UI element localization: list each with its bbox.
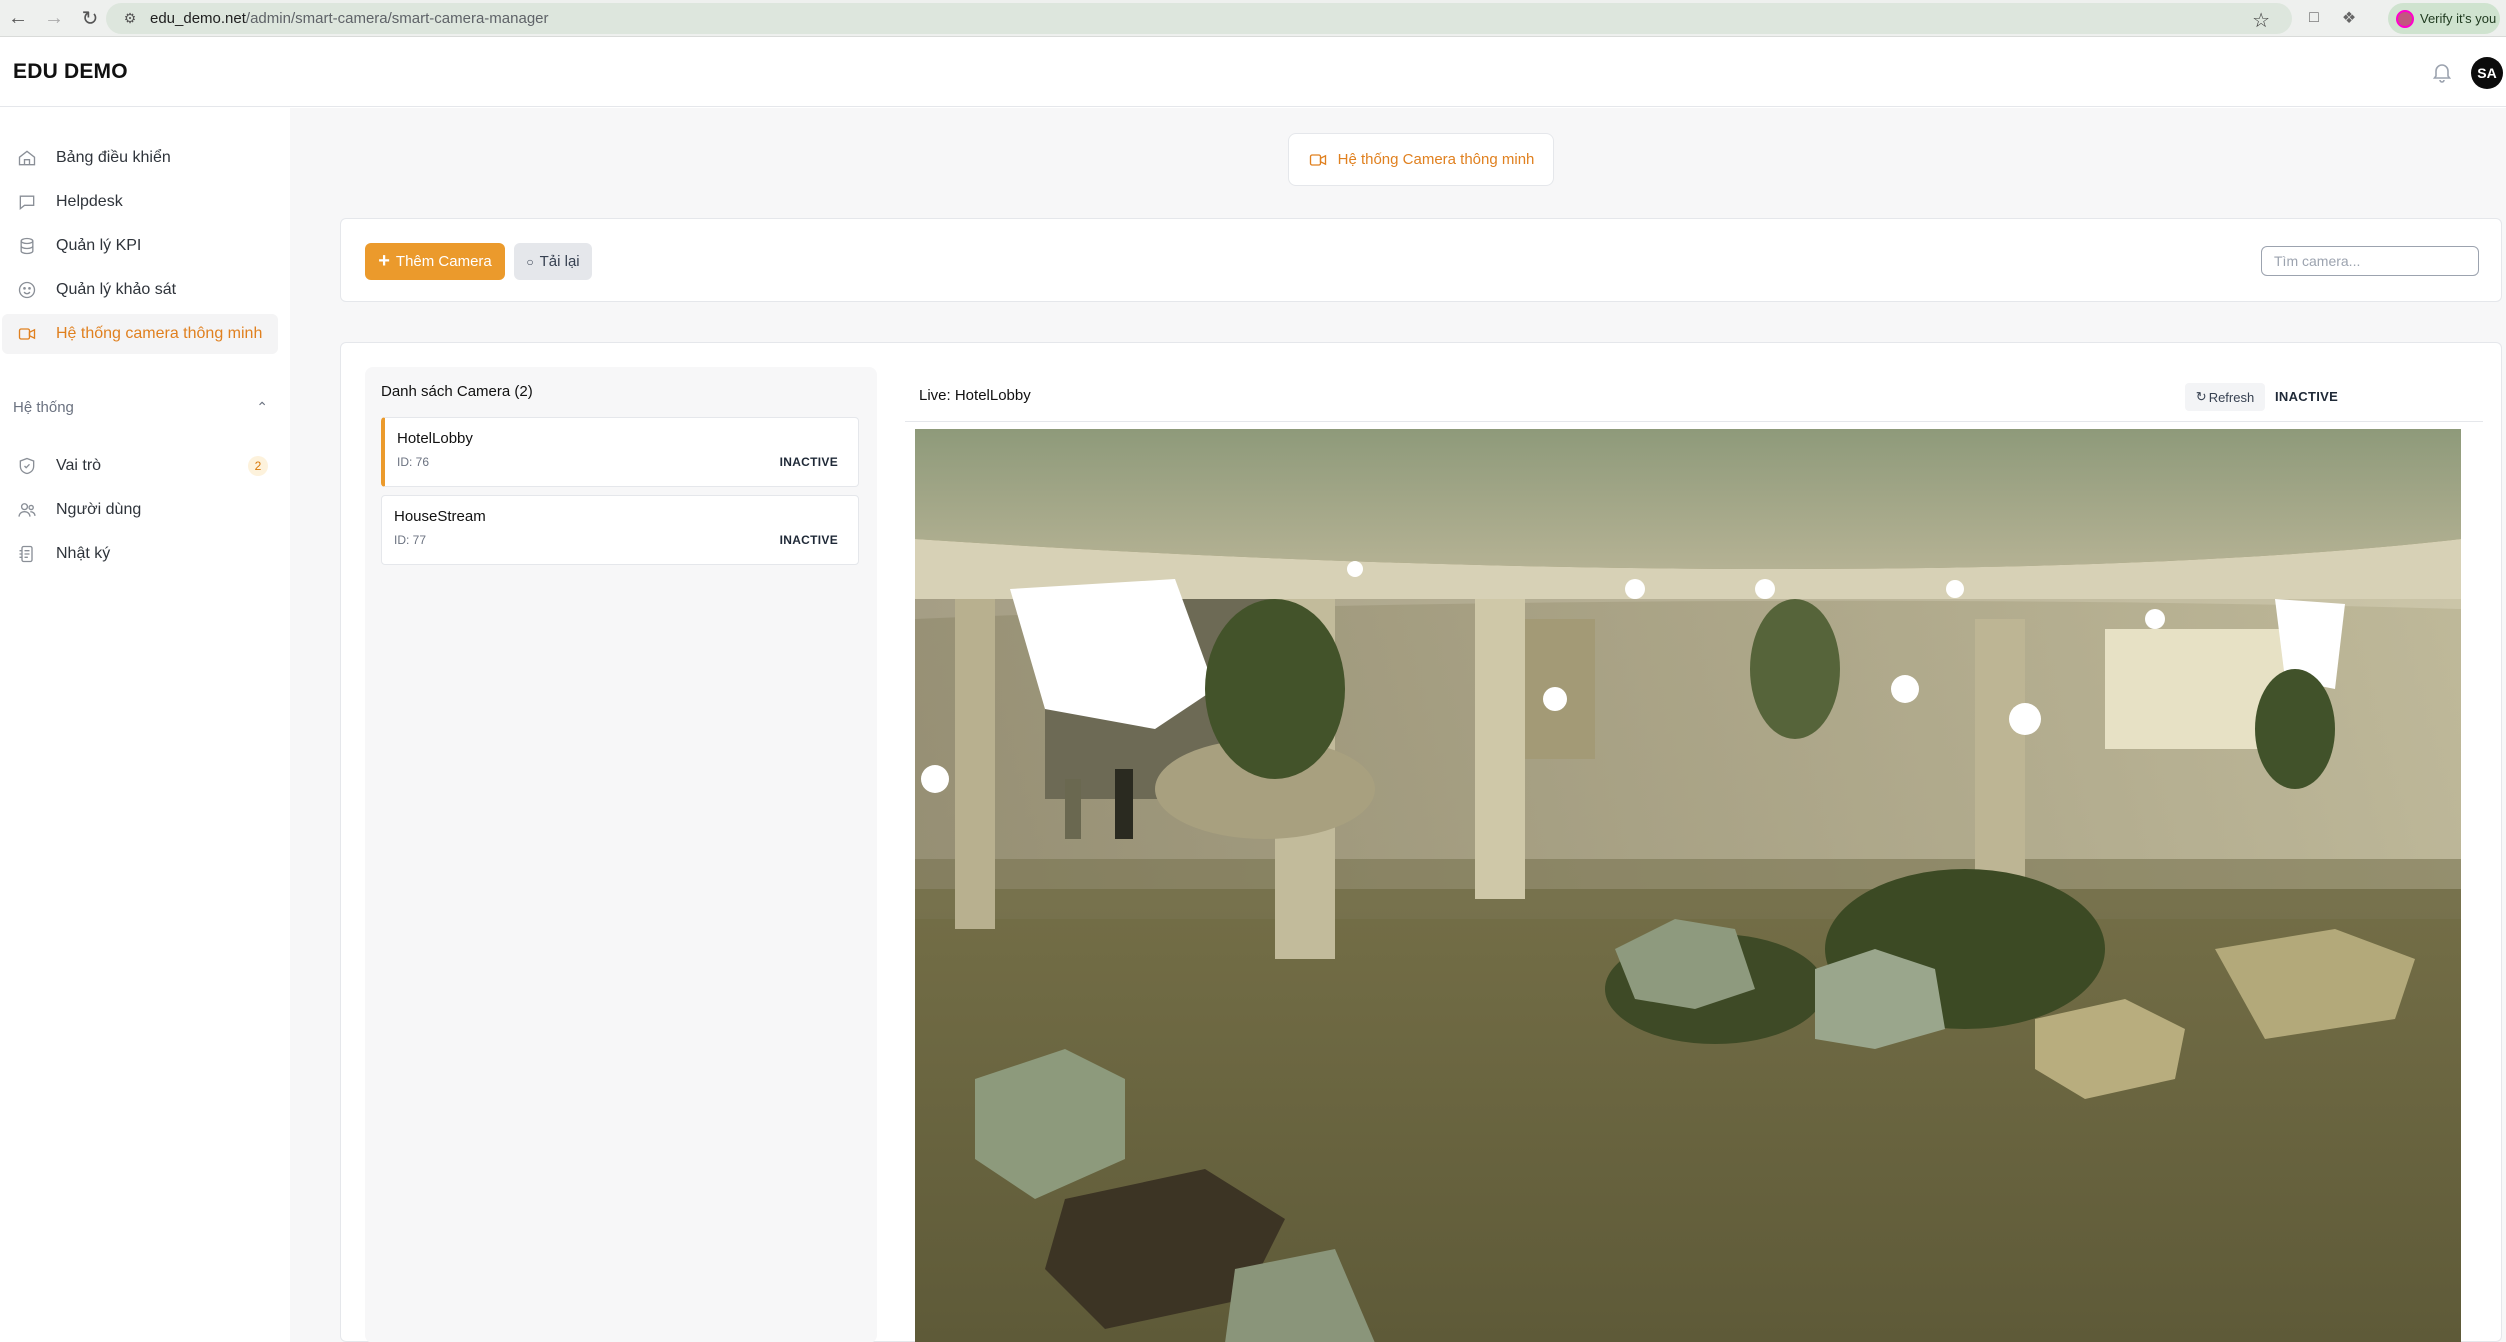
divider [905, 421, 2483, 422]
sidebar-item-kpi[interactable]: Quản lý KPI [2, 226, 278, 266]
sidebar-item-label: Helpdesk [56, 193, 123, 210]
puzzle-icon[interactable]: ❖ [2338, 7, 2360, 29]
chevron-up-icon[interactable]: ⌃ [256, 399, 268, 416]
page-title: Hệ thống Camera thông minh [1288, 133, 1554, 186]
sidebar-item-smart-camera[interactable]: Hệ thống camera thông minh [2, 314, 278, 354]
sidebar-item-label: Quản lý khảo sát [56, 281, 177, 298]
extension-icon[interactable]: □ [2303, 7, 2325, 29]
camera-content-card: Danh sách Camera (2) HotelLobby ID: 76 I… [340, 342, 2502, 1342]
camera-id: ID: 76 [397, 455, 430, 469]
bookmark-star-icon[interactable]: ☆ [2252, 8, 2270, 33]
sidebar-item-label: Vai trò [56, 457, 102, 474]
sidebar-item-logs[interactable]: Nhật ký [2, 534, 278, 574]
sidebar: Bảng điều khiển Helpdesk Quản lý KPI Quả… [0, 108, 290, 1342]
live-view-title: Live: HotelLobby [919, 387, 1031, 404]
reload-icon[interactable]: ↻ [72, 0, 108, 37]
add-camera-label: Thêm Camera [395, 253, 492, 270]
sidebar-item-label: Quản lý KPI [56, 237, 142, 254]
sidebar-item-label: Hệ thống camera thông minh [56, 325, 263, 342]
database-icon [16, 235, 38, 257]
sidebar-item-helpdesk[interactable]: Helpdesk [2, 182, 278, 222]
verify-label: Verify it's you [2420, 11, 2497, 26]
sidebar-item-label: Người dùng [56, 501, 142, 518]
profile-verify-button[interactable]: Verify it's you [2388, 3, 2500, 34]
sidebar-item-dashboard[interactable]: Bảng điều khiển [2, 138, 278, 178]
sidebar-item-label: Nhật ký [56, 545, 111, 562]
profile-avatar-icon [2396, 9, 2414, 28]
bell-icon[interactable] [2430, 60, 2454, 84]
add-camera-button[interactable]: + Thêm Camera [365, 243, 505, 280]
sidebar-item-roles[interactable]: Vai trò 2 [2, 446, 278, 486]
log-icon [16, 543, 38, 565]
video-camera-icon [1308, 150, 1328, 170]
reload-label: Tải lại [539, 253, 580, 270]
hotel-lobby-camera-image [915, 429, 2461, 1342]
page-title-text: Hệ thống Camera thông minh [1337, 151, 1535, 168]
app-header: EDU DEMO SA [0, 38, 2506, 107]
live-view-panel: Live: HotelLobby ↻ Refresh INACTIVE [905, 367, 2483, 1342]
plus-icon: + [378, 250, 390, 272]
camera-status-badge: INACTIVE [779, 455, 838, 469]
sidebar-item-survey[interactable]: Quản lý khảo sát [2, 270, 278, 310]
home-icon [16, 147, 38, 169]
sidebar-group-label: Hệ thống [13, 398, 74, 416]
back-icon[interactable]: ← [0, 0, 36, 37]
smile-icon [16, 279, 38, 301]
url-text: edu_demo.net/admin/smart-camera/smart-ca… [150, 10, 549, 27]
camera-id: ID: 77 [394, 533, 427, 547]
camera-list-panel: Danh sách Camera (2) HotelLobby ID: 76 I… [365, 367, 877, 1342]
chat-icon [16, 191, 38, 213]
camera-list-title: Danh sách Camera (2) [381, 383, 533, 400]
brand-logo[interactable]: EDU DEMO [13, 60, 128, 84]
camera-name: HotelLobby [397, 430, 473, 447]
site-settings-icon[interactable]: ⚙ [120, 9, 140, 29]
camera-toolbar: + Thêm Camera ○ Tải lại [340, 218, 2502, 302]
browser-toolbar: ← → ↻ ⚙ edu_demo.net/admin/smart-camera/… [0, 0, 2506, 37]
refresh-icon: ↻ [2195, 389, 2207, 404]
users-icon [16, 499, 38, 521]
camera-name: HouseStream [394, 508, 486, 525]
refresh-label: Refresh [2208, 389, 2255, 405]
forward-icon[interactable]: → [36, 0, 72, 37]
address-bar[interactable]: ⚙ edu_demo.net/admin/smart-camera/smart-… [106, 3, 2292, 34]
shield-icon [16, 455, 38, 477]
refresh-button[interactable]: ↻ Refresh [2185, 383, 2265, 411]
video-camera-icon [16, 323, 38, 345]
camera-search-input[interactable] [2261, 246, 2479, 276]
sidebar-group-system[interactable]: Hệ thống ⌃ [13, 392, 278, 422]
sidebar-item-label: Bảng điều khiển [56, 149, 171, 166]
avatar[interactable]: SA [2471, 57, 2503, 89]
camera-card-housestream[interactable]: HouseStream ID: 77 INACTIVE [381, 495, 859, 565]
sidebar-item-users[interactable]: Người dùng [2, 490, 278, 530]
reload-button[interactable]: ○ Tải lại [514, 243, 592, 280]
live-status-badge: INACTIVE [2275, 389, 2339, 404]
live-video-feed[interactable] [915, 429, 2461, 1342]
camera-card-hotellobby[interactable]: HotelLobby ID: 76 INACTIVE [381, 417, 859, 487]
reload-circle-icon: ○ [526, 254, 534, 269]
camera-status-badge: INACTIVE [779, 533, 838, 547]
roles-count-badge: 2 [248, 456, 268, 476]
